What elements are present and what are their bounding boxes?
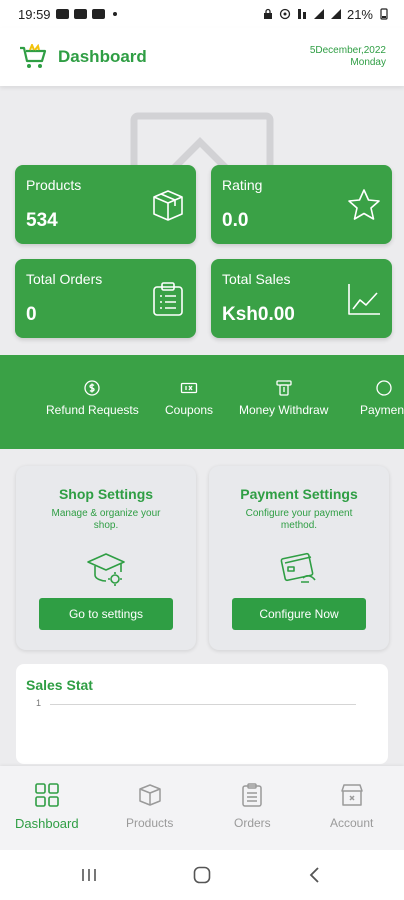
notification-icon <box>73 9 87 19</box>
image-placeholder-icon <box>130 112 274 172</box>
status-bar: 19:59 21% <box>0 0 404 28</box>
bottom-navigation: Dashboard Products Orders Account <box>0 766 404 850</box>
clipboard-icon <box>242 783 263 807</box>
recent-apps-icon[interactable] <box>78 864 100 886</box>
credit-card-icon <box>280 552 316 583</box>
total-sales-stat-card[interactable]: Total Sales Ksh0.00 <box>211 259 392 338</box>
shop-settings-description: Manage & organize your shop. <box>51 508 161 531</box>
payment-settings-card: Payment Settings Configure your payment … <box>209 466 389 650</box>
signal-4g-icon <box>297 9 306 19</box>
quick-actions-bar: Refund Requests Coupons Money Withdraw P… <box>0 355 404 449</box>
back-icon[interactable] <box>304 864 326 886</box>
page-title: Dashboard <box>58 47 147 66</box>
notification-icon <box>91 9 105 19</box>
products-stat-card[interactable]: Products 534 <box>15 165 196 244</box>
nav-orders[interactable]: Orders <box>234 782 271 830</box>
signal-icon <box>313 9 324 19</box>
signal-icon <box>330 9 341 19</box>
stat-label: Total Sales <box>222 271 291 287</box>
box-icon <box>138 784 161 806</box>
stat-label: Rating <box>222 177 263 193</box>
stat-label: Products <box>26 177 82 193</box>
chart-gridline <box>50 704 356 705</box>
graduation-cap-settings-icon <box>87 553 125 586</box>
line-chart-icon <box>348 284 380 315</box>
action-label: Coupons <box>165 403 214 417</box>
withdraw-icon <box>276 380 292 396</box>
coupons-action[interactable]: Coupons <box>165 379 213 417</box>
nav-dashboard[interactable]: Dashboard <box>15 782 79 831</box>
nav-account[interactable]: Account <box>330 782 373 830</box>
coupon-icon <box>180 382 198 394</box>
shop-settings-title: Shop Settings <box>58 486 154 502</box>
sales-stat-title: Sales Stat <box>26 677 93 693</box>
box-icon <box>153 190 183 221</box>
stat-value: Ksh0.00 <box>222 304 295 325</box>
clipboard-icon <box>153 282 183 316</box>
battery-icon <box>380 8 388 20</box>
action-label: Money Withdraw <box>239 403 329 417</box>
refund-icon <box>84 380 101 396</box>
action-label: Payment <box>360 403 404 417</box>
shop-settings-card: Shop Settings Manage & organize your sho… <box>16 466 196 650</box>
status-time: 19:59 <box>18 6 51 22</box>
sales-stat-panel: Sales Stat 1 <box>16 664 388 764</box>
cart-logo-icon <box>20 44 47 68</box>
payment-icon <box>376 380 392 396</box>
refund-requests-action[interactable]: Refund Requests <box>46 379 139 417</box>
notification-icon <box>55 9 69 19</box>
store-icon <box>340 784 363 806</box>
lock-icon <box>263 8 272 19</box>
stat-value: 0.0 <box>222 210 249 231</box>
more-notifications-icon <box>112 12 117 16</box>
weekday-text: Monday <box>350 57 386 68</box>
date-text: 5December,2022 <box>309 45 386 56</box>
rating-stat-card[interactable]: Rating 0.0 <box>211 165 392 244</box>
nav-label: Dashboard <box>15 816 79 831</box>
header-date: 5December,2022 Monday <box>310 45 386 69</box>
y-axis-tick: 1 <box>36 698 42 708</box>
total-orders-stat-card[interactable]: Total Orders 0 <box>15 259 196 338</box>
stat-label: Total Orders <box>26 271 103 287</box>
nav-products[interactable]: Products <box>126 782 173 830</box>
nav-label: Orders <box>234 816 271 830</box>
go-to-settings-button[interactable]: Go to settings <box>39 598 173 630</box>
action-label: Refund Requests <box>46 403 139 417</box>
nav-label: Products <box>126 816 174 830</box>
configure-now-button[interactable]: Configure Now <box>232 598 366 630</box>
dashboard-grid-icon <box>34 783 59 807</box>
star-icon <box>348 189 380 220</box>
payment-settings-description: Configure your payment method. <box>245 508 353 531</box>
payment-action[interactable]: Payment <box>360 379 404 417</box>
nav-label: Account <box>330 816 374 830</box>
stat-value: 0 <box>26 304 37 325</box>
app-header: Dashboard 5December,2022 Monday <box>0 28 404 86</box>
stat-value: 534 <box>26 210 58 231</box>
battery-percentage: 21% <box>346 6 373 22</box>
payment-settings-title: Payment Settings <box>240 486 358 502</box>
home-icon[interactable] <box>191 864 213 886</box>
hotspot-icon <box>279 8 291 20</box>
money-withdraw-action[interactable]: Money Withdraw <box>239 379 328 417</box>
system-navigation-bar <box>0 850 404 900</box>
